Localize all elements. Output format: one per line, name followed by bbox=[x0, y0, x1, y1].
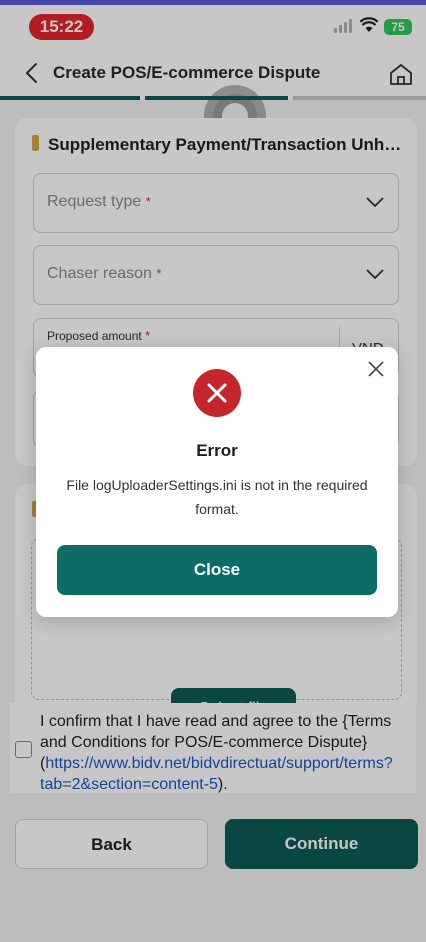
dialog-close-button[interactable]: Close bbox=[57, 545, 377, 595]
error-x-icon bbox=[193, 369, 241, 417]
dialog-title: Error bbox=[196, 441, 238, 460]
dialog-message: File logUploaderSettings.ini is not in t… bbox=[66, 477, 368, 517]
error-dialog: Error File logUploaderSettings.ini is no… bbox=[36, 347, 398, 617]
close-icon[interactable] bbox=[367, 360, 385, 378]
